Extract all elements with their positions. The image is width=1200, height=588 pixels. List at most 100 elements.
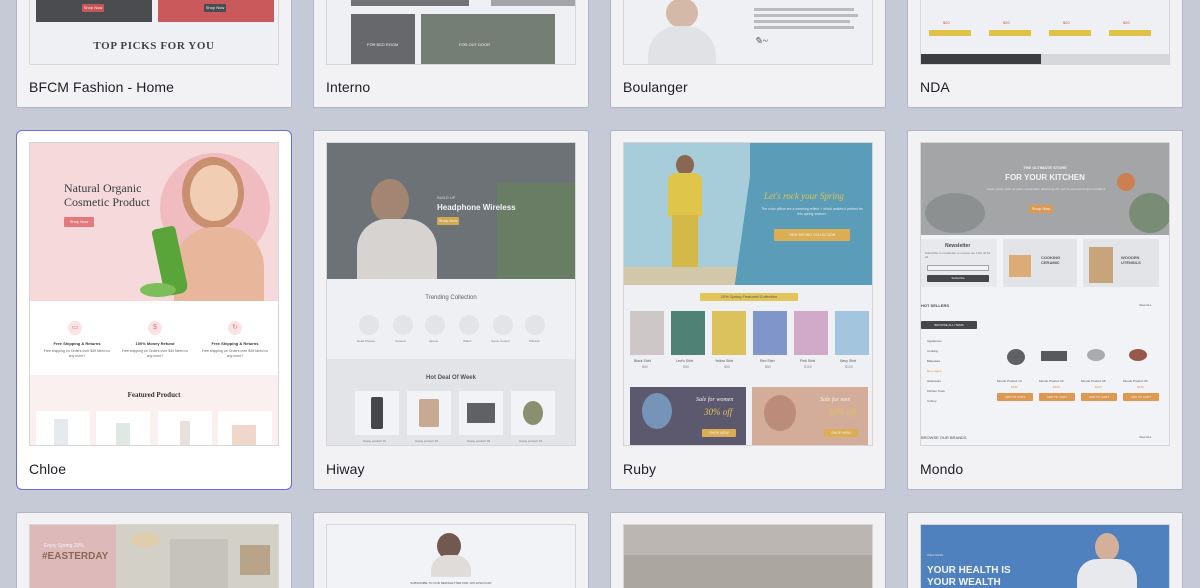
- product-name: Mondo Product 05: [1123, 379, 1148, 383]
- hero-text: Lorem ipsum dolor sit amet, consectetur …: [986, 187, 1106, 191]
- template-name: Hiway: [326, 461, 365, 477]
- dept-item: Appliances: [927, 339, 942, 343]
- watch-icon: [459, 315, 479, 335]
- price: $20: [1063, 20, 1070, 25]
- add-to-cart-button: ADD TO CART: [997, 393, 1033, 401]
- feature-title: Free Shipping & Returns: [211, 341, 259, 346]
- template-card[interactable]: Enjoy Spring 20% #EASTERDAY: [16, 512, 292, 588]
- section-title: Trending Collection: [425, 295, 477, 301]
- promo-title: Sale for women: [696, 397, 734, 403]
- promo-title: #EASTERDAY: [42, 551, 109, 562]
- shop-now-button: Shop Now: [204, 4, 226, 12]
- template-card-interno[interactable]: FOR BED ROOM FOR OUT DOOR Interno: [313, 0, 589, 108]
- product-name: Mondo Product 06: [1081, 379, 1106, 383]
- collection-label: Game Control: [491, 339, 510, 343]
- collection-label: Camera: [395, 339, 406, 343]
- template-card-nda[interactable]: $20 $20 $20 $20 NDA: [907, 0, 1183, 108]
- template-card[interactable]: WELLNESS YOUR HEALTH IS YOUR WEALTH: [907, 512, 1183, 588]
- subscribe-button: Subscribe: [927, 275, 989, 282]
- template-name: Interno: [326, 79, 371, 95]
- dept-item: Kitchen Tools: [927, 389, 945, 393]
- hero-subtitle: BUILD UP: [437, 195, 456, 200]
- product-name: Levi's Shirt: [676, 359, 694, 363]
- newsletter-title: Newsletter: [945, 243, 971, 249]
- section-title: 10% Spring Featured Collection: [720, 294, 778, 299]
- template-card[interactable]: SUBSCRIBE TO OUR NEWSLETTER FOR 10% DISC…: [313, 512, 589, 588]
- deal-label: Hiway product 02: [415, 439, 439, 443]
- template-preview: Natural Organic Cosmetic Product Shop No…: [29, 142, 279, 446]
- deal-thumb: [355, 391, 399, 435]
- feature-text: Free shipping on Orders over $49 Need no…: [43, 349, 111, 358]
- template-card-chloe[interactable]: Natural Organic Cosmetic Product Shop No…: [16, 130, 292, 490]
- view-collection-button: VIEW SPRING COLLECTION: [774, 229, 850, 241]
- template-preview: Let's rock your Spring The color pillow …: [623, 142, 873, 446]
- newsletter-text: SUBSCRIBE TO OUR NEWSLETTER FOR 10% DISC…: [410, 581, 492, 585]
- template-card[interactable]: [610, 512, 886, 588]
- template-preview: WELLNESS YOUR HEALTH IS YOUR WEALTH: [920, 524, 1170, 588]
- camera-icon: [393, 315, 413, 335]
- money-icon: $: [148, 321, 162, 335]
- product-image: [794, 311, 828, 355]
- template-preview: BUILD UP Headphone Wireless Shop Now Tre…: [326, 142, 576, 446]
- headphone-icon: [359, 315, 379, 335]
- hero-text: The color pillow are a warming reflect +…: [761, 207, 863, 216]
- tile-label: COOKING CERAMIC: [1041, 255, 1061, 265]
- product-name: Pink Shirt: [800, 359, 815, 363]
- template-preview: THE ULTIMATE STORE FOR YOUR KITCHEN Lore…: [920, 142, 1170, 446]
- template-name: Chloe: [29, 461, 67, 477]
- template-name: BFCM Fashion - Home: [29, 79, 175, 95]
- template-name: Mondo: [920, 461, 964, 477]
- refresh-icon: ↻: [228, 321, 242, 335]
- template-preview: $20 $20 $20 $20: [920, 0, 1170, 65]
- template-preview: Enjoy Spring 20% #EASTERDAY: [29, 524, 279, 588]
- price: $20: [1123, 20, 1130, 25]
- product-price: $200: [1095, 385, 1102, 389]
- template-name: NDA: [920, 79, 950, 95]
- dept-item: Glassware: [927, 379, 942, 383]
- browse-all-button: BROWSE ALL ITEMS: [921, 321, 977, 329]
- tile-label: FOR BED ROOM: [367, 42, 399, 47]
- template-card-boulanger[interactable]: ✎~ Boulanger: [610, 0, 886, 108]
- template-gallery: { "templates": [ { "name": "BFCM Fashion…: [0, 0, 1200, 588]
- dept-item: Bakeware: [927, 359, 941, 363]
- template-card-ruby[interactable]: Let's rock your Spring The color pillow …: [610, 130, 886, 490]
- template-card-hiway[interactable]: BUILD UP Headphone Wireless Shop Now Tre…: [313, 130, 589, 490]
- template-preview: ✎~: [623, 0, 873, 65]
- price: $20: [1003, 20, 1010, 25]
- dept-item: Beverages: [927, 369, 942, 373]
- promo-discount: 30% off: [704, 407, 733, 417]
- shop-now-button: Shop Now: [82, 4, 104, 12]
- product-price: $100: [845, 365, 853, 369]
- shop-now-button: Shop Now: [1029, 205, 1053, 213]
- template-preview: Shop Now Shop Now TOP PICKS FOR YOU: [29, 0, 279, 65]
- tile-label: FOR OUT DOOR: [459, 42, 491, 47]
- template-preview: FOR BED ROOM FOR OUT DOOR: [326, 0, 576, 65]
- template-card-mondo[interactable]: THE ULTIMATE STORE FOR YOUR KITCHEN Lore…: [907, 130, 1183, 490]
- product-price: $160: [1053, 385, 1060, 389]
- product-image: [630, 311, 664, 355]
- shop-now-button: SHOP NOW: [702, 429, 736, 437]
- shop-now-button: Shop Now: [437, 217, 459, 225]
- skillet-image: [1129, 349, 1147, 361]
- product-image: [671, 311, 705, 355]
- collection-label: Watch: [463, 339, 472, 343]
- template-name: Boulanger: [623, 79, 688, 95]
- tile-label: WOODEN UTENSILS: [1121, 255, 1141, 265]
- deal-thumb: [459, 391, 503, 435]
- product-price: $50: [683, 365, 689, 369]
- product-name: Navy Shirt: [840, 359, 857, 363]
- hero-title: Natural Organic Cosmetic Product: [64, 181, 150, 209]
- collection-label: Window: [529, 339, 540, 343]
- template-card-bfcm-fashion-home[interactable]: Shop Now Shop Now TOP PICKS FOR YOU BFCM…: [16, 0, 292, 108]
- product-thumb: [36, 411, 90, 445]
- hero-title: Let's rock your Spring: [764, 191, 844, 201]
- product-name: Mondo Product 10: [997, 379, 1022, 383]
- pan-image: [1087, 349, 1105, 361]
- product-thumb: [96, 411, 150, 445]
- preview-heading: TOP PICKS FOR YOU: [93, 40, 215, 52]
- promo-subtitle: Enjoy Spring 20%: [44, 543, 84, 549]
- shop-now-button: SHOP NOW: [824, 429, 858, 437]
- feature-title: Free Shipping & Returns: [53, 341, 101, 346]
- deal-thumb: [511, 391, 555, 435]
- feature-title: 100% Money Refund: [135, 341, 175, 346]
